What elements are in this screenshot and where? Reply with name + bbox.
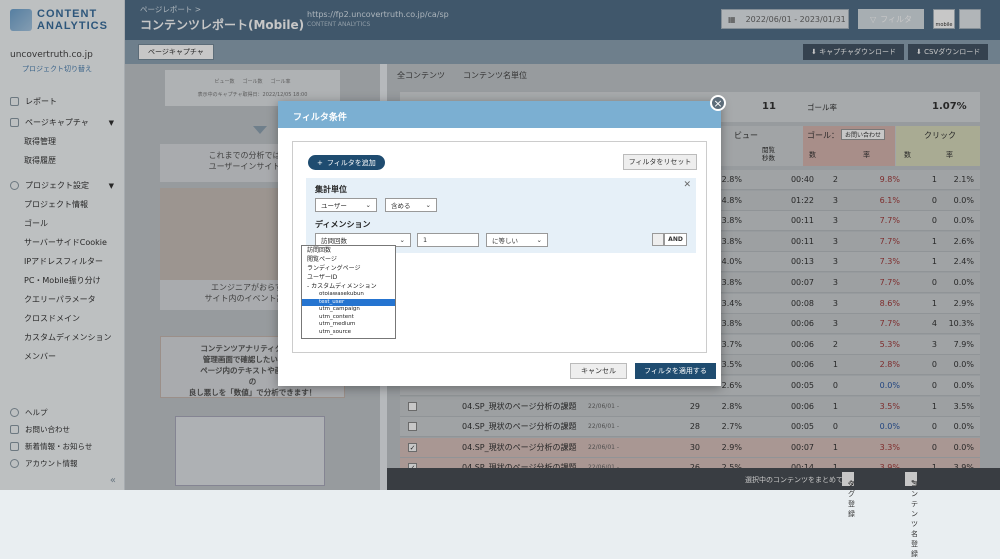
unit-operator-select[interactable]: 含める ⌄ [385,198,437,212]
dimension-label: ディメンション [315,220,371,229]
plus-icon: + [317,158,323,167]
filter-modal: フィルタ条件 × + フィルタを追加 フィルタをリセット ✕ 集計単位 ユーザー… [278,95,726,386]
dropdown-option[interactable]: utm_campaign [302,306,395,314]
chevron-down-icon: ⌄ [536,236,542,244]
and-toggle[interactable] [652,233,664,246]
chevron-down-icon: ⌄ [365,201,371,209]
dropdown-option[interactable]: 閲覧ページ [302,255,395,264]
dimension-value-input[interactable]: 1 [417,233,479,247]
unit-operator-value: 含める [391,202,411,210]
dropdown-option-selected[interactable]: test_user [302,298,395,306]
dropdown-option[interactable]: utm_medium [302,321,395,329]
cancel-button[interactable]: キャンセル [570,363,627,379]
add-filter-label: フィルタを追加 [326,158,376,167]
chevron-down-icon: ⌄ [425,201,431,209]
dimension-input-value: 1 [423,236,428,244]
dropdown-option[interactable]: utm_content [302,314,395,322]
unit-select-value: ユーザー [321,202,347,210]
dropdown-option[interactable]: ユーザーID [302,273,395,282]
unit-select[interactable]: ユーザー ⌄ [315,198,377,212]
dropdown-group-label: - カスタムディメンション [307,283,377,290]
add-filter-button[interactable]: + フィルタを追加 [308,155,385,170]
remove-condition-icon[interactable]: ✕ [683,180,691,190]
content-name-register-label: コンテンツ名登録 [911,480,918,558]
chevron-down-icon: ⌄ [399,236,405,244]
filter-condition-block: ✕ 集計単位 ユーザー ⌄ 含める ⌄ ディメンション 訪問回数 ⌄ 1 に等しい ⌄ … [306,178,696,253]
modal-title: フィルタ条件 [278,101,721,128]
and-button[interactable]: AND [664,233,687,246]
dimension-select-value: 訪問回数 [321,237,347,245]
dropdown-option[interactable]: ランディングページ [302,264,395,273]
unit-label: 集計単位 [315,185,347,194]
dimension-operator-value: に等しい [492,237,518,245]
dimension-dropdown-list: 訪問回数 閲覧ページ ランディングページ ユーザーID - カスタムディメンショ… [301,245,396,339]
close-icon[interactable]: × [710,95,726,111]
dropdown-option[interactable]: otoiawasekubun [302,291,395,299]
dropdown-option[interactable]: utm_source [302,329,395,337]
apply-filter-button[interactable]: フィルタを適用する [635,363,716,379]
dropdown-option[interactable]: 訪問回数 [302,246,395,255]
reset-filter-button[interactable]: フィルタをリセット [623,154,697,170]
dimension-operator-select[interactable]: に等しい ⌄ [486,233,548,247]
modal-actions: キャンセル フィルタを適用する [570,363,716,379]
